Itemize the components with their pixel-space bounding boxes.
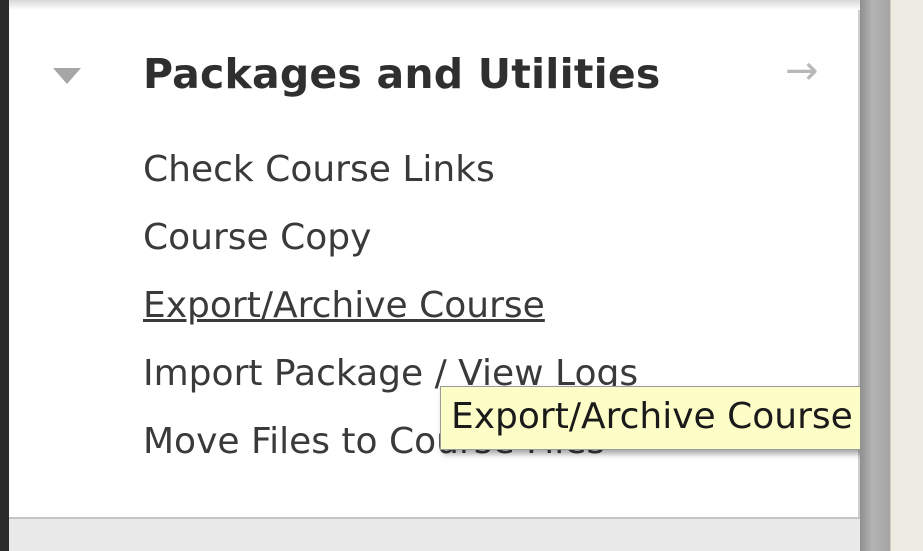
window-left-edge bbox=[0, 0, 9, 551]
link-export-archive-course[interactable]: Export/Archive Course bbox=[143, 282, 638, 350]
panel-divider-stripe bbox=[860, 0, 890, 551]
panel-bottom-bar bbox=[9, 517, 860, 551]
tooltip: Export/Archive Course bbox=[440, 386, 864, 450]
content-area bbox=[890, 0, 923, 551]
panel-top-shadow bbox=[9, 0, 860, 10]
screenshot-frame: Packages and Utilities → Check Course Li… bbox=[0, 0, 923, 551]
arrow-right-icon[interactable]: → bbox=[785, 48, 819, 94]
course-management-panel: Packages and Utilities → Check Course Li… bbox=[9, 10, 864, 517]
section-title[interactable]: Packages and Utilities bbox=[143, 50, 660, 98]
link-check-course-links[interactable]: Check Course Links bbox=[143, 146, 638, 214]
link-course-copy[interactable]: Course Copy bbox=[143, 214, 638, 282]
section-header[interactable]: Packages and Utilities → bbox=[49, 48, 849, 108]
triangle-down-icon[interactable] bbox=[53, 68, 81, 84]
